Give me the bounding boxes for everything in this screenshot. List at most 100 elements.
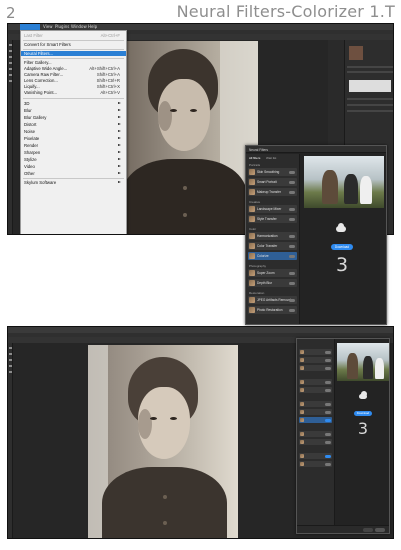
filter-row-color-transfer[interactable]: Color Transfer: [248, 242, 297, 250]
tab-wait-list[interactable]: Wait list: [266, 156, 276, 160]
download-button[interactable]: Download: [331, 244, 353, 250]
swatches-grid[interactable]: [349, 80, 391, 92]
filter-row-colorize[interactable]: [299, 417, 332, 423]
toggle-super-zoom[interactable]: [289, 271, 295, 275]
toggle-makeup-transfer[interactable]: [289, 190, 295, 194]
filter-menu[interactable]: Last Filter Alt+Ctrl+F Convert for Smart …: [20, 30, 127, 234]
filter-row-makeup-transfer[interactable]: Makeup Transfer: [248, 188, 297, 196]
filter-toggle[interactable]: [325, 454, 331, 458]
submenu-arrow-icon: [118, 151, 121, 153]
filter-row-7[interactable]: [299, 409, 332, 415]
neural-filters-list-bottom[interactable]: [297, 339, 335, 533]
lasso-tool-icon[interactable]: [9, 56, 12, 58]
filter-toggle[interactable]: [325, 462, 331, 466]
tab-all-filters[interactable]: All filters: [249, 156, 260, 160]
menu-item-sharpen[interactable]: Sharpen: [24, 150, 124, 155]
filter-row-smart-portrait[interactable]: Smart Portrait: [248, 178, 297, 186]
filter-row-photo-restoration[interactable]: Photo Restoration: [248, 306, 297, 314]
menu-item-3d[interactable]: 3D: [24, 101, 124, 106]
filter-toggle[interactable]: [325, 402, 331, 406]
menu-item-stylize[interactable]: Stylize: [24, 157, 124, 162]
move-tool-icon[interactable]: [9, 44, 12, 46]
brush-tool-icon[interactable]: [9, 371, 12, 373]
filter-row-11[interactable]: [299, 461, 332, 467]
tools-panel[interactable]: [8, 343, 13, 538]
menu-item-last-filter[interactable]: Last Filter Alt+Ctrl+F: [24, 33, 124, 38]
toggle-jpeg-artifacts-removal[interactable]: [289, 298, 295, 302]
filter-row-super-zoom[interactable]: Super Zoom: [248, 269, 297, 277]
marquee-tool-icon[interactable]: [9, 353, 12, 355]
filter-row-10[interactable]: [299, 453, 332, 459]
lasso-tool-icon[interactable]: [9, 359, 12, 361]
menu-item-skylum-software[interactable]: Skylum Software: [24, 180, 124, 185]
menu-item-filter-gallery[interactable]: Filter Gallery...: [24, 60, 124, 65]
menu-item-convert-smart-filters[interactable]: Convert for Smart Filters: [24, 42, 124, 47]
menu-item-vanishing-point[interactable]: Vanishing Point... Alt+Ctrl+V: [24, 90, 124, 95]
cancel-button[interactable]: [363, 528, 373, 532]
neural-filters-header: Neural Filters: [249, 148, 268, 152]
filter-row-1[interactable]: [299, 349, 332, 355]
filter-row-landscape-mixer[interactable]: Landscape Mixer: [248, 205, 297, 213]
filter-row-colorize[interactable]: Colorize: [248, 252, 297, 260]
toggle-skin-smoothing[interactable]: [289, 170, 295, 174]
download-button[interactable]: Download: [354, 411, 372, 416]
submenu-arrow-icon: [118, 102, 121, 104]
tools-panel[interactable]: [8, 40, 13, 234]
filter-row-4[interactable]: [299, 379, 332, 385]
filter-row-style-transfer[interactable]: Style Transfer: [248, 215, 297, 223]
menu-item-render[interactable]: Render: [24, 143, 124, 148]
toggle-photo-restoration[interactable]: [289, 308, 295, 312]
menu-item-blur[interactable]: Blur: [24, 108, 124, 113]
filter-toggle[interactable]: [325, 358, 331, 362]
neural-filters-list[interactable]: All filters Wait list Portraits Skin Smo…: [246, 154, 300, 324]
filter-toggle[interactable]: [325, 418, 331, 422]
filter-row-2[interactable]: [299, 357, 332, 363]
filter-row-jpeg-artifacts-removal[interactable]: JPEG Artifacts Removal: [248, 296, 297, 304]
menu-item-pixelate[interactable]: Pixelate: [24, 136, 124, 141]
toggle-smart-portrait[interactable]: [289, 180, 295, 184]
marquee-tool-icon[interactable]: [9, 50, 12, 52]
menu-item-liquify[interactable]: Liquify... Shift+Ctrl+X: [24, 84, 124, 89]
ok-button[interactable]: [375, 528, 385, 532]
menu-item-blur-gallery[interactable]: Blur Gallery: [24, 115, 124, 120]
filter-row-6[interactable]: [299, 401, 332, 407]
menu-item-video[interactable]: Video: [24, 164, 124, 169]
menu-item-other[interactable]: Other: [24, 171, 124, 176]
filter-toggle[interactable]: [325, 350, 331, 354]
filter-row-harmonization[interactable]: Harmonization: [248, 232, 297, 240]
filter-row-depth-blur[interactable]: Depth Blur: [248, 279, 297, 287]
filter-toggle[interactable]: [325, 388, 331, 392]
neural-filters-panel-bottom[interactable]: Download 3: [296, 338, 390, 534]
filter-toggle[interactable]: [325, 410, 331, 414]
submenu-arrow-icon: [118, 172, 121, 174]
filter-row-3[interactable]: [299, 365, 332, 371]
menu-item-distort[interactable]: Distort: [24, 122, 124, 127]
filter-row-8[interactable]: [299, 431, 332, 437]
filter-toggle[interactable]: [325, 380, 331, 384]
menu-item-noise[interactable]: Noise: [24, 129, 124, 134]
menu-item-lens-correction[interactable]: Lens Correction... Shift+Ctrl+R: [24, 78, 124, 83]
filter-toggle[interactable]: [325, 366, 331, 370]
toggle-landscape-mixer[interactable]: [289, 207, 295, 211]
toggle-harmonization[interactable]: [289, 234, 295, 238]
menu-item-adaptive-wide-angle[interactable]: Adaptive Wide Angle... Alt+Shift+Ctrl+A: [24, 66, 124, 71]
toggle-style-transfer[interactable]: [289, 217, 295, 221]
menu-item-neural-filters[interactable]: Neural Filters...: [21, 51, 126, 56]
toggle-color-transfer[interactable]: [289, 244, 295, 248]
toggle-depth-blur[interactable]: [289, 281, 295, 285]
menu-item-camera-raw[interactable]: Camera Raw Filter... Shift+Ctrl+A: [24, 72, 124, 77]
neural-filters-panel-top[interactable]: Neural Filters All filters Wait list Por…: [245, 145, 387, 325]
eraser-tool-icon[interactable]: [9, 74, 12, 76]
crop-tool-icon[interactable]: [9, 365, 12, 367]
filter-row-5[interactable]: [299, 387, 332, 393]
submenu-arrow-icon: [118, 109, 121, 111]
filter-row-9[interactable]: [299, 439, 332, 445]
move-tool-icon[interactable]: [9, 347, 12, 349]
filter-toggle[interactable]: [325, 432, 331, 436]
crop-tool-icon[interactable]: [9, 62, 12, 64]
text-tool-icon[interactable]: [9, 80, 12, 82]
toggle-colorize[interactable]: [289, 254, 295, 258]
filter-toggle[interactable]: [325, 440, 331, 444]
filter-row-skin-smoothing[interactable]: Skin Smoothing: [248, 168, 297, 176]
brush-tool-icon[interactable]: [9, 68, 12, 70]
